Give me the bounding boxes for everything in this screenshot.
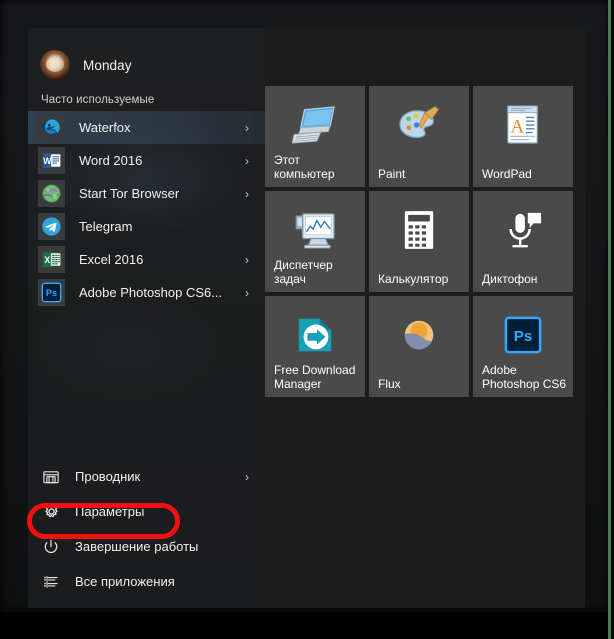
chevron-right-icon[interactable]: › <box>245 122 255 134</box>
svg-text:W: W <box>43 156 52 166</box>
app-row-word-2016[interactable]: W Word 2016 › <box>28 144 265 177</box>
taskbar[interactable] <box>0 612 614 639</box>
svg-text:A: A <box>510 117 524 138</box>
telegram-icon <box>38 213 65 240</box>
chevron-right-icon[interactable]: › <box>245 287 255 299</box>
nav-item-shutdown[interactable]: Завершение работы <box>28 529 265 564</box>
app-row-waterfox[interactable]: Waterfox › <box>28 111 265 144</box>
tor-icon <box>38 180 65 207</box>
svg-text:Ps: Ps <box>514 328 533 345</box>
app-label: Excel 2016 <box>79 252 144 267</box>
photoshop-icon: Ps <box>38 279 65 306</box>
app-row-telegram[interactable]: Telegram <box>28 210 265 243</box>
tile-label: Adobe Photoshop CS6 <box>482 363 567 391</box>
tile-task-manager[interactable]: Диспетчер задач <box>265 191 365 292</box>
app-label: Waterfox <box>79 120 131 135</box>
svg-text:X: X <box>44 255 50 265</box>
tile-label: Диспетчер задач <box>274 258 333 286</box>
fdm-icon <box>265 314 365 356</box>
tile-flux[interactable]: Flux <box>369 296 469 397</box>
app-row-excel-2016[interactable]: X Excel 2016 › <box>28 243 265 276</box>
word-icon: W <box>38 147 65 174</box>
app-row-adobe-photoshop-cs6[interactable]: Ps Adobe Photoshop CS6... › <box>28 276 265 309</box>
excel-icon: X <box>38 246 65 273</box>
nav-item-settings[interactable]: Параметры <box>28 494 265 529</box>
avatar[interactable] <box>40 50 70 80</box>
nav-item-label: Проводник <box>75 469 141 484</box>
chevron-right-icon[interactable]: › <box>245 471 253 483</box>
tile-label: Этот компьютер <box>274 153 335 181</box>
tile-label: WordPad <box>482 167 532 181</box>
start-menu-bottom-nav: Проводник › Параметры Завершение работы … <box>28 459 265 608</box>
frequently-used-section-label: Часто используемые <box>41 94 155 106</box>
photoshop-icon: Ps <box>473 314 573 356</box>
wordpad-icon: A <box>473 104 573 146</box>
calculator-icon <box>369 209 469 251</box>
nav-item-label: Параметры <box>75 504 145 519</box>
start-menu[interactable]: Monday Часто используемые Waterfox › W W… <box>28 28 585 608</box>
file-explorer-icon <box>41 467 61 487</box>
bottom-nav-spacer <box>28 599 265 608</box>
chevron-right-icon[interactable]: › <box>245 188 255 200</box>
nav-item-file-explorer[interactable]: Проводник › <box>28 459 265 494</box>
this-pc-icon <box>265 104 365 146</box>
tile-label: Диктофон <box>482 272 538 286</box>
tile-label: Flux <box>378 377 401 391</box>
tile-grid: Этот компьютер Paint A WordPad Диспетчер… <box>265 86 585 397</box>
power-icon <box>41 537 61 557</box>
tile-voice-recorder[interactable]: Диктофон <box>473 191 573 292</box>
task-manager-icon <box>265 209 365 251</box>
tile-wordpad[interactable]: A WordPad <box>473 86 573 187</box>
chevron-right-icon[interactable]: › <box>245 155 255 167</box>
tile-label: Калькулятор <box>378 272 449 286</box>
voice-recorder-icon <box>473 209 573 251</box>
user-name-label: Monday <box>83 57 132 73</box>
paint-palette-icon <box>369 104 469 146</box>
app-label: Adobe Photoshop CS6... <box>79 285 223 300</box>
user-account-row[interactable]: Monday <box>28 42 265 88</box>
nav-item-all-apps[interactable]: Все приложения <box>28 564 265 599</box>
start-menu-left-column: Monday Часто используемые Waterfox › W W… <box>28 28 265 608</box>
tile-paint[interactable]: Paint <box>369 86 469 187</box>
frequently-used-app-list: Waterfox › W Word 2016 › Start Tor Brows… <box>28 111 265 309</box>
flux-icon <box>369 314 469 356</box>
app-row-start-tor-browser[interactable]: Start Tor Browser › <box>28 177 265 210</box>
start-menu-tile-area: Этот компьютер Paint A WordPad Диспетчер… <box>265 28 585 608</box>
svg-text:Ps: Ps <box>46 288 57 298</box>
app-label: Start Tor Browser <box>79 186 180 201</box>
gear-icon <box>41 502 61 522</box>
waterfox-icon <box>38 114 65 141</box>
all-apps-list-icon <box>41 572 61 592</box>
tile-adobe-photoshop-cs6[interactable]: Ps Adobe Photoshop CS6 <box>473 296 573 397</box>
app-label: Telegram <box>79 219 133 234</box>
tile-label: Paint <box>378 167 406 181</box>
nav-item-label: Завершение работы <box>75 539 199 554</box>
tile-free-download-manager[interactable]: Free Download Manager <box>265 296 365 397</box>
app-label: Word 2016 <box>79 153 143 168</box>
tile-this-pc[interactable]: Этот компьютер <box>265 86 365 187</box>
nav-item-label: Все приложения <box>75 574 175 589</box>
tile-label: Free Download Manager <box>274 363 356 391</box>
tile-calculator[interactable]: Калькулятор <box>369 191 469 292</box>
chevron-right-icon[interactable]: › <box>245 254 255 266</box>
